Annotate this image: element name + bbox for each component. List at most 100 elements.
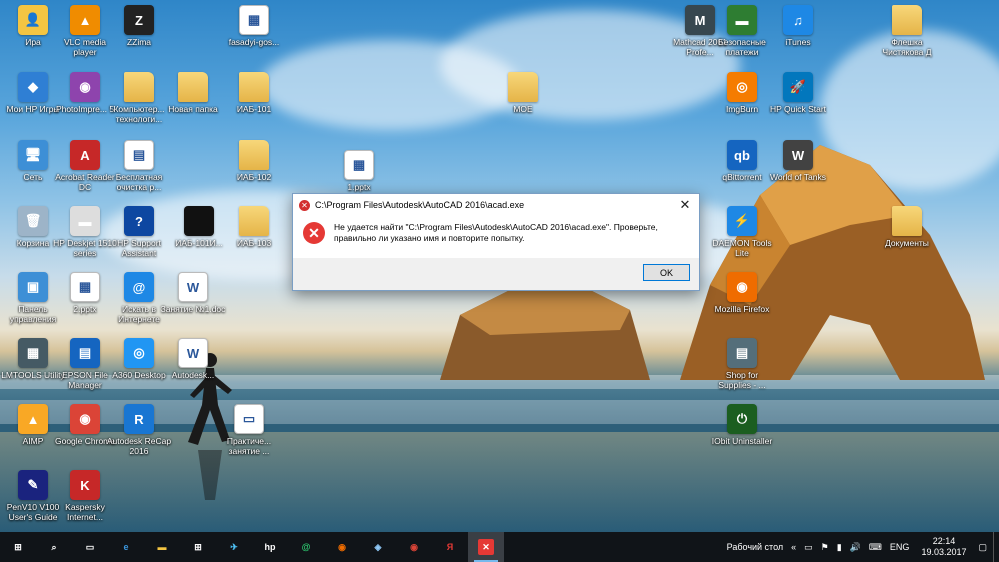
desktop-icon[interactable]: ▤ Бесплатная очистка р...: [106, 140, 172, 192]
document-icon: ▦: [239, 5, 269, 35]
pinned-app-button[interactable]: ✈: [216, 532, 252, 562]
error-window-button[interactable]: ✕: [468, 532, 504, 562]
app-icon: ▤: [727, 338, 757, 368]
folder-icon: [239, 72, 269, 102]
chrome-button[interactable]: ◉: [396, 532, 432, 562]
desktop-icon[interactable]: Документы: [874, 206, 940, 248]
tray-icon[interactable]: ⚑: [817, 532, 833, 562]
app-icon: ◎: [727, 72, 757, 102]
desktop-icon[interactable]: ? HP Support Assistant: [106, 206, 172, 258]
tray-icon[interactable]: ⌨: [865, 532, 886, 562]
show-desktop-button[interactable]: [993, 532, 999, 562]
app-icon: ⚡: [727, 206, 757, 236]
desktop-icon-label: Практиче... занятие ...: [226, 436, 272, 456]
error-icon: ✕: [303, 222, 325, 244]
desktop-icon[interactable]: K Kaspersky Internet...: [52, 470, 118, 522]
app-icon: ⏻: [727, 404, 757, 434]
desktop-icon-label: ZZima: [126, 37, 152, 47]
app-icon: ?: [124, 206, 154, 236]
desktop-icon-label: МОЕ: [513, 104, 533, 114]
shield-app-button[interactable]: ◈: [360, 532, 396, 562]
close-icon[interactable]: ✕: [671, 194, 699, 216]
desktop-icon[interactable]: Новая папка: [160, 72, 226, 114]
desktop-icon[interactable]: ◉ Mozilla Firefox: [709, 272, 775, 314]
tray-icons: ▭ ⚑ ▮ 🔊 ⌨: [800, 532, 886, 562]
desktop-icon-label: World of Tanks: [770, 172, 826, 182]
desktop-icon-label: Бесплатная очистка р...: [115, 172, 163, 192]
dialog-titlebar[interactable]: ✕ C:\Program Files\Autodesk\AutoCAD 2016…: [293, 194, 699, 216]
edge-button[interactable]: e: [108, 532, 144, 562]
chrome-icon: ◉: [410, 541, 418, 552]
tray-icon[interactable]: ▭: [800, 532, 817, 562]
clock[interactable]: 22:14 19.03.2017: [913, 536, 974, 558]
desktop-icon[interactable]: ИАБ-103: [221, 206, 287, 248]
tray-icon[interactable]: ▮: [833, 532, 846, 562]
app-icon: [184, 206, 214, 236]
app-icon: ◎: [124, 338, 154, 368]
yandex-button[interactable]: Я: [432, 532, 468, 562]
desktop-icon[interactable]: ИАБ-101: [221, 72, 287, 114]
desktop-icon[interactable]: W Занятие №1.doc: [160, 272, 226, 314]
folder-icon: [239, 206, 269, 236]
desktop-icon[interactable]: Z ZZima: [106, 5, 172, 47]
app-icon: ◉: [70, 72, 100, 102]
error-dialog: ✕ C:\Program Files\Autodesk\AutoCAD 2016…: [292, 193, 700, 291]
file-explorer-icon: ▬: [157, 542, 167, 552]
desktop-icon[interactable]: W World of Tanks: [765, 140, 831, 182]
desktop-icon[interactable]: 🚀 HP Quick Start: [765, 72, 831, 114]
desktop-icon[interactable]: Флешка Чистякова Д: [874, 5, 940, 57]
start-icon: ⊞: [14, 541, 22, 552]
shield-app-icon: ◈: [374, 541, 382, 552]
desktop-icon[interactable]: R Autodesk ReCap 2016: [106, 404, 172, 456]
desktop-icon[interactable]: ▭ Практиче... занятие ...: [216, 404, 282, 456]
desktop-icon[interactable]: МОЕ: [490, 72, 556, 114]
store-button[interactable]: ⊞: [180, 532, 216, 562]
desktop-icon-label: 1.pptx: [347, 182, 371, 192]
folder-icon: [239, 140, 269, 170]
dialog-message: Не удается найти "C:\Program Files\Autod…: [334, 222, 658, 243]
app-icon: @: [124, 272, 154, 302]
desktop-icon-label: Документы: [885, 238, 929, 248]
app-icon: qb: [727, 140, 757, 170]
dialog-title: C:\Program Files\Autodesk\AutoCAD 2016\a…: [315, 200, 525, 210]
hp-button[interactable]: hp: [252, 532, 288, 562]
document-icon: ▭: [234, 404, 264, 434]
document-icon: ▦: [344, 150, 374, 180]
app-icon: ✎: [18, 470, 48, 500]
app-icon: Z: [124, 5, 154, 35]
task-view-button[interactable]: ▭: [72, 532, 108, 562]
folder-icon: [124, 72, 154, 102]
chevron-left-icon[interactable]: «: [787, 532, 800, 562]
desktop-icon-label: HP Support Assistant: [117, 238, 161, 258]
start-button[interactable]: ⊞: [0, 532, 36, 562]
desktop-icon[interactable]: ♫ iTunes: [765, 5, 831, 47]
app-icon: ◉: [70, 404, 100, 434]
desktop-icon[interactable]: ▦ 1.pptx: [326, 150, 392, 192]
desktop-icon-label: fasadyi-gos...: [228, 37, 280, 47]
document-icon: W: [178, 272, 208, 302]
ok-button[interactable]: OK: [643, 264, 690, 281]
desktop-icon-label: Shop for Supplies - ...: [718, 370, 766, 390]
mail-ru-button[interactable]: @: [288, 532, 324, 562]
desktop-icon[interactable]: ▤ Shop for Supplies - ...: [709, 338, 775, 390]
yandex-icon: Я: [446, 542, 454, 552]
firefox-button[interactable]: ◉: [324, 532, 360, 562]
desktop-icon-label: Autodesk...: [171, 370, 215, 380]
desktop-icon[interactable]: ⚡ DAEMON Tools Lite: [709, 206, 775, 258]
app-icon: 👤: [18, 5, 48, 35]
file-explorer-button[interactable]: ▬: [144, 532, 180, 562]
desktop-icon-label: DAEMON Tools Lite: [712, 238, 772, 258]
pinned-app-icon: ✈: [230, 541, 238, 552]
desktop-icon[interactable]: ▦ fasadyi-gos...: [221, 5, 287, 47]
desktop-icon-label: Занятие №1.doc: [160, 304, 226, 314]
notification-icon[interactable]: ▢: [974, 532, 991, 562]
desktop-toolbar-label[interactable]: Рабочий стол: [723, 532, 788, 562]
language-indicator[interactable]: ENG: [886, 532, 914, 562]
tray-icon[interactable]: 🔊: [846, 532, 865, 562]
search-button[interactable]: ⌕: [36, 532, 72, 562]
desktop-icon[interactable]: W Autodesk...: [160, 338, 226, 380]
taskbar: ⊞ ⌕ ▭ e ▬ ⊞ ✈ hp @ ◉ ◈ ◉ Я ✕ Рабочий стол « ▭ ⚑ ▮ 🔊 ⌨ ENG…: [0, 532, 999, 562]
desktop-icon[interactable]: ИАБ-102: [221, 140, 287, 182]
taskbar-buttons: ⊞ ⌕ ▭ e ▬ ⊞ ✈ hp @ ◉ ◈ ◉ Я ✕: [0, 532, 504, 562]
desktop-icon[interactable]: ⏻ IObit Uninstaller: [709, 404, 775, 446]
